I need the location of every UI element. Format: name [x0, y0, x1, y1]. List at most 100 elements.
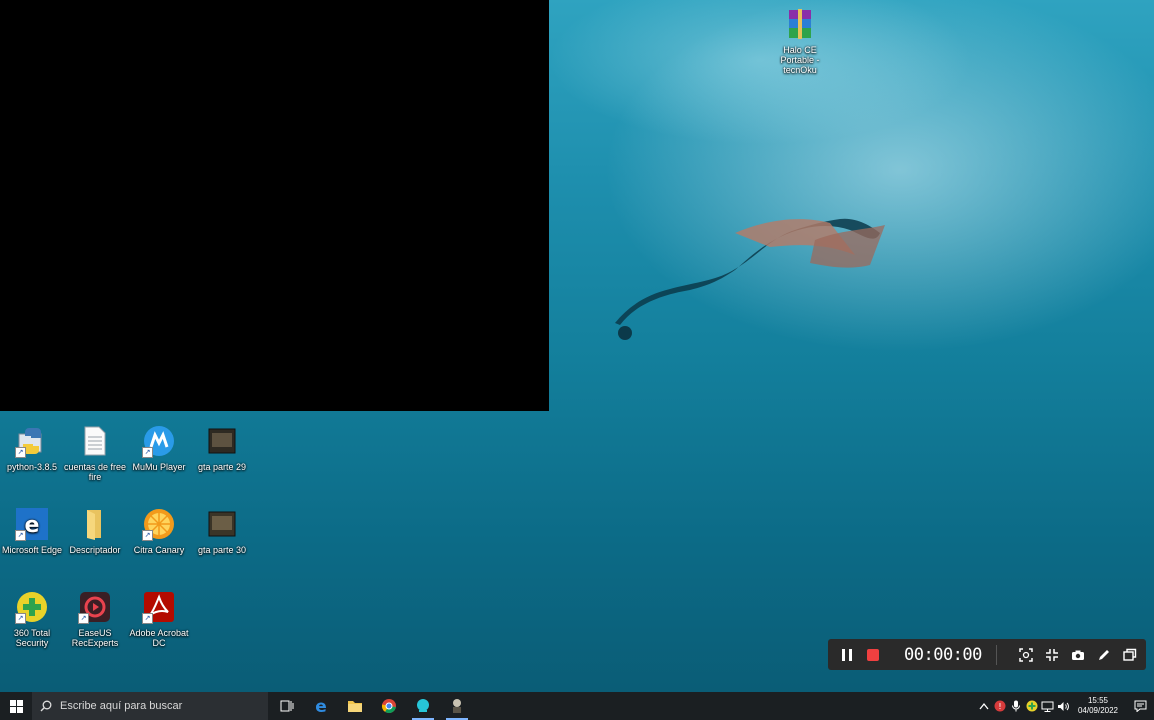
desktop-icon-mumu[interactable]: ↗ MuMu Player: [127, 424, 191, 472]
action-center-button[interactable]: [1126, 692, 1154, 720]
black-window: [0, 0, 549, 411]
speaker-icon: [1058, 701, 1070, 711]
desktop-icon-label: gta parte 30: [197, 545, 247, 555]
desktop-icon-360[interactable]: ↗ 360 Total Security: [0, 590, 64, 648]
taskbar-file-explorer[interactable]: [338, 692, 372, 720]
taskbar-edge[interactable]: e: [304, 692, 338, 720]
video-thumbnail-icon: [205, 507, 239, 541]
desktop-icon-label: Halo CE Portable - tecnOku: [780, 45, 820, 75]
window-icon: [1123, 648, 1137, 661]
task-view-icon: [280, 700, 294, 712]
desktop-icon-label: cuentas de free fire: [63, 462, 127, 482]
shortcut-arrow-icon: ↗: [15, 613, 26, 624]
desktop-icon-descriptador[interactable]: Descriptador: [63, 507, 127, 555]
mumu-player-icon: ↗: [142, 424, 176, 458]
clock-date: 04/09/2022: [1077, 706, 1118, 715]
shortcut-arrow-icon: ↗: [142, 447, 153, 458]
svg-text:!: !: [998, 702, 1001, 711]
taskbar-chrome[interactable]: [372, 692, 406, 720]
desktop-icon-gta30[interactable]: gta parte 30: [190, 507, 254, 555]
camera-icon: [1071, 650, 1084, 660]
desktop-icon-cuentas[interactable]: cuentas de free fire: [63, 424, 127, 482]
pen-icon: [1098, 649, 1109, 660]
windows-logo-icon: [9, 699, 23, 713]
svg-text:e: e: [25, 513, 40, 538]
video-thumbnail-icon: [205, 424, 239, 458]
stop-button[interactable]: [860, 642, 886, 668]
microphone-icon: [1011, 700, 1020, 712]
desktop-icon-acrobat[interactable]: ↗ Adobe Acrobat DC: [127, 590, 191, 648]
tray-network[interactable]: [1040, 692, 1056, 720]
desktop-icon-label: Descriptador: [69, 545, 121, 555]
shortcut-arrow-icon: ↗: [78, 613, 89, 624]
screenshot-region-icon: [1019, 647, 1033, 662]
acrobat-icon: ↗: [142, 590, 176, 624]
recording-timer: 00:00:00: [904, 644, 982, 665]
taskbar-clock[interactable]: 15:55 04/09/2022: [1078, 696, 1118, 716]
security-shield-icon: !: [994, 700, 1006, 712]
taskbar: Escribe aquí para buscar e ! 15:55 04/09…: [0, 692, 1154, 720]
pause-icon: [842, 648, 852, 661]
desktop-icon-python[interactable]: ↗ python-3.8.5: [0, 424, 64, 472]
shortcut-arrow-icon: ↗: [15, 447, 26, 458]
task-view-button[interactable]: [270, 692, 304, 720]
tray-security-app[interactable]: !: [992, 692, 1008, 720]
360-security-icon: ↗: [15, 590, 49, 624]
winrar-archive-icon: [783, 7, 817, 41]
desktop-icon-edge[interactable]: e ↗ Microsoft Edge: [0, 507, 64, 555]
minimize-icon: [1045, 648, 1058, 661]
recording-toolbar: 00:00:00: [828, 639, 1146, 670]
desktop-icon-gta29[interactable]: gta parte 29: [190, 424, 254, 472]
draw-button[interactable]: [1091, 642, 1117, 668]
folder-icon: [78, 507, 112, 541]
desktop-icon-label: MuMu Player: [132, 462, 186, 472]
screenshot-region-button[interactable]: [1013, 642, 1039, 668]
game-character-icon: [453, 699, 461, 713]
folder-icon: [348, 701, 362, 712]
360-security-icon: [1026, 700, 1038, 712]
taskbar-recexperts[interactable]: [406, 692, 440, 720]
taskbar-game-app[interactable]: [440, 692, 474, 720]
desktop-icon-citra[interactable]: ↗ Citra Canary: [127, 507, 191, 555]
stop-icon: [867, 648, 879, 661]
start-button[interactable]: [0, 692, 32, 720]
minimize-toolbar-button[interactable]: [1039, 642, 1065, 668]
desktop-icon-label: 360 Total Security: [13, 628, 51, 648]
network-icon: [1041, 701, 1054, 712]
search-icon: [40, 700, 52, 712]
diver-image: [615, 218, 885, 340]
show-hidden-icons-button[interactable]: [976, 692, 992, 720]
clock-time: 15:55: [1087, 696, 1108, 705]
tray-microphone[interactable]: [1008, 692, 1024, 720]
recexperts-icon: ↗: [78, 590, 112, 624]
toolbar-divider: [995, 644, 997, 665]
shortcut-arrow-icon: ↗: [142, 613, 153, 624]
desktop: Halo CE Portable - tecnOku ↗ python-3.8.…: [0, 0, 1154, 692]
citra-icon: ↗: [142, 507, 176, 541]
recorder-app-icon: [417, 699, 429, 712]
desktop-icon-label: EaseUS RecExperts: [71, 628, 119, 648]
edge-icon: e: [315, 698, 327, 714]
desktop-icon-label: python-3.8.5: [6, 462, 58, 472]
taskbar-search-box[interactable]: Escribe aquí para buscar: [32, 692, 268, 720]
desktop-icon-label: Citra Canary: [133, 545, 185, 555]
pause-button[interactable]: [834, 642, 860, 668]
chevron-up-icon: [979, 702, 989, 710]
desktop-icon-label: Microsoft Edge: [1, 545, 63, 555]
svg-text:e: e: [315, 698, 327, 714]
desktop-icon-recexperts[interactable]: ↗ EaseUS RecExperts: [63, 590, 127, 648]
shortcut-arrow-icon: ↗: [142, 530, 153, 541]
window-mode-button[interactable]: [1117, 642, 1143, 668]
chrome-icon: [381, 699, 396, 714]
search-placeholder: Escribe aquí para buscar: [60, 700, 183, 712]
tray-360-app[interactable]: [1024, 692, 1040, 720]
desktop-icon-label: Adobe Acrobat DC: [129, 628, 189, 648]
camera-button[interactable]: [1065, 642, 1091, 668]
text-document-icon: [78, 424, 112, 458]
system-tray: ! 15:55 04/09/2022: [976, 692, 1154, 720]
tray-volume[interactable]: [1056, 692, 1072, 720]
notification-icon: [1134, 700, 1146, 712]
desktop-icon-halo[interactable]: Halo CE Portable - tecnOku: [768, 7, 832, 75]
desktop-icon-label: gta parte 29: [197, 462, 247, 472]
edge-icon: e ↗: [15, 507, 49, 541]
